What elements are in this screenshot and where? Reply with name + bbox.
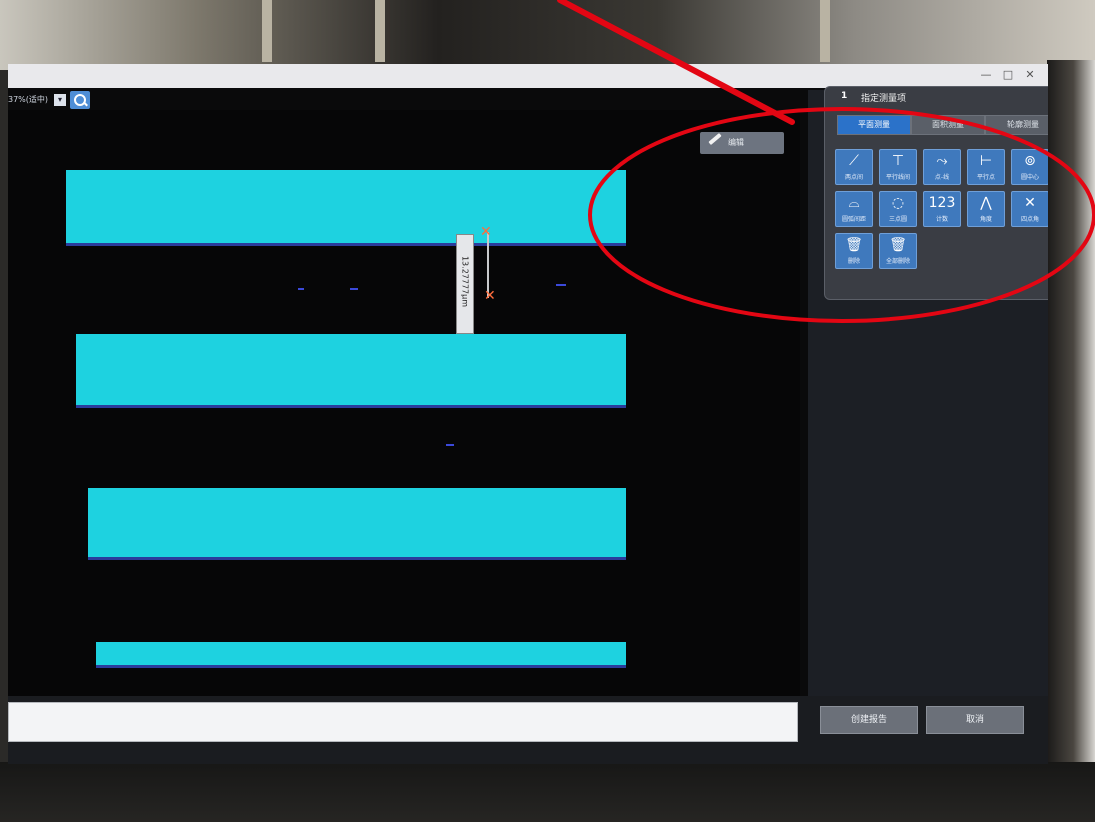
annotation-arrow-line — [557, 0, 795, 125]
annotation-ellipse — [588, 107, 1095, 323]
annotation-overlay — [557, 0, 1095, 323]
